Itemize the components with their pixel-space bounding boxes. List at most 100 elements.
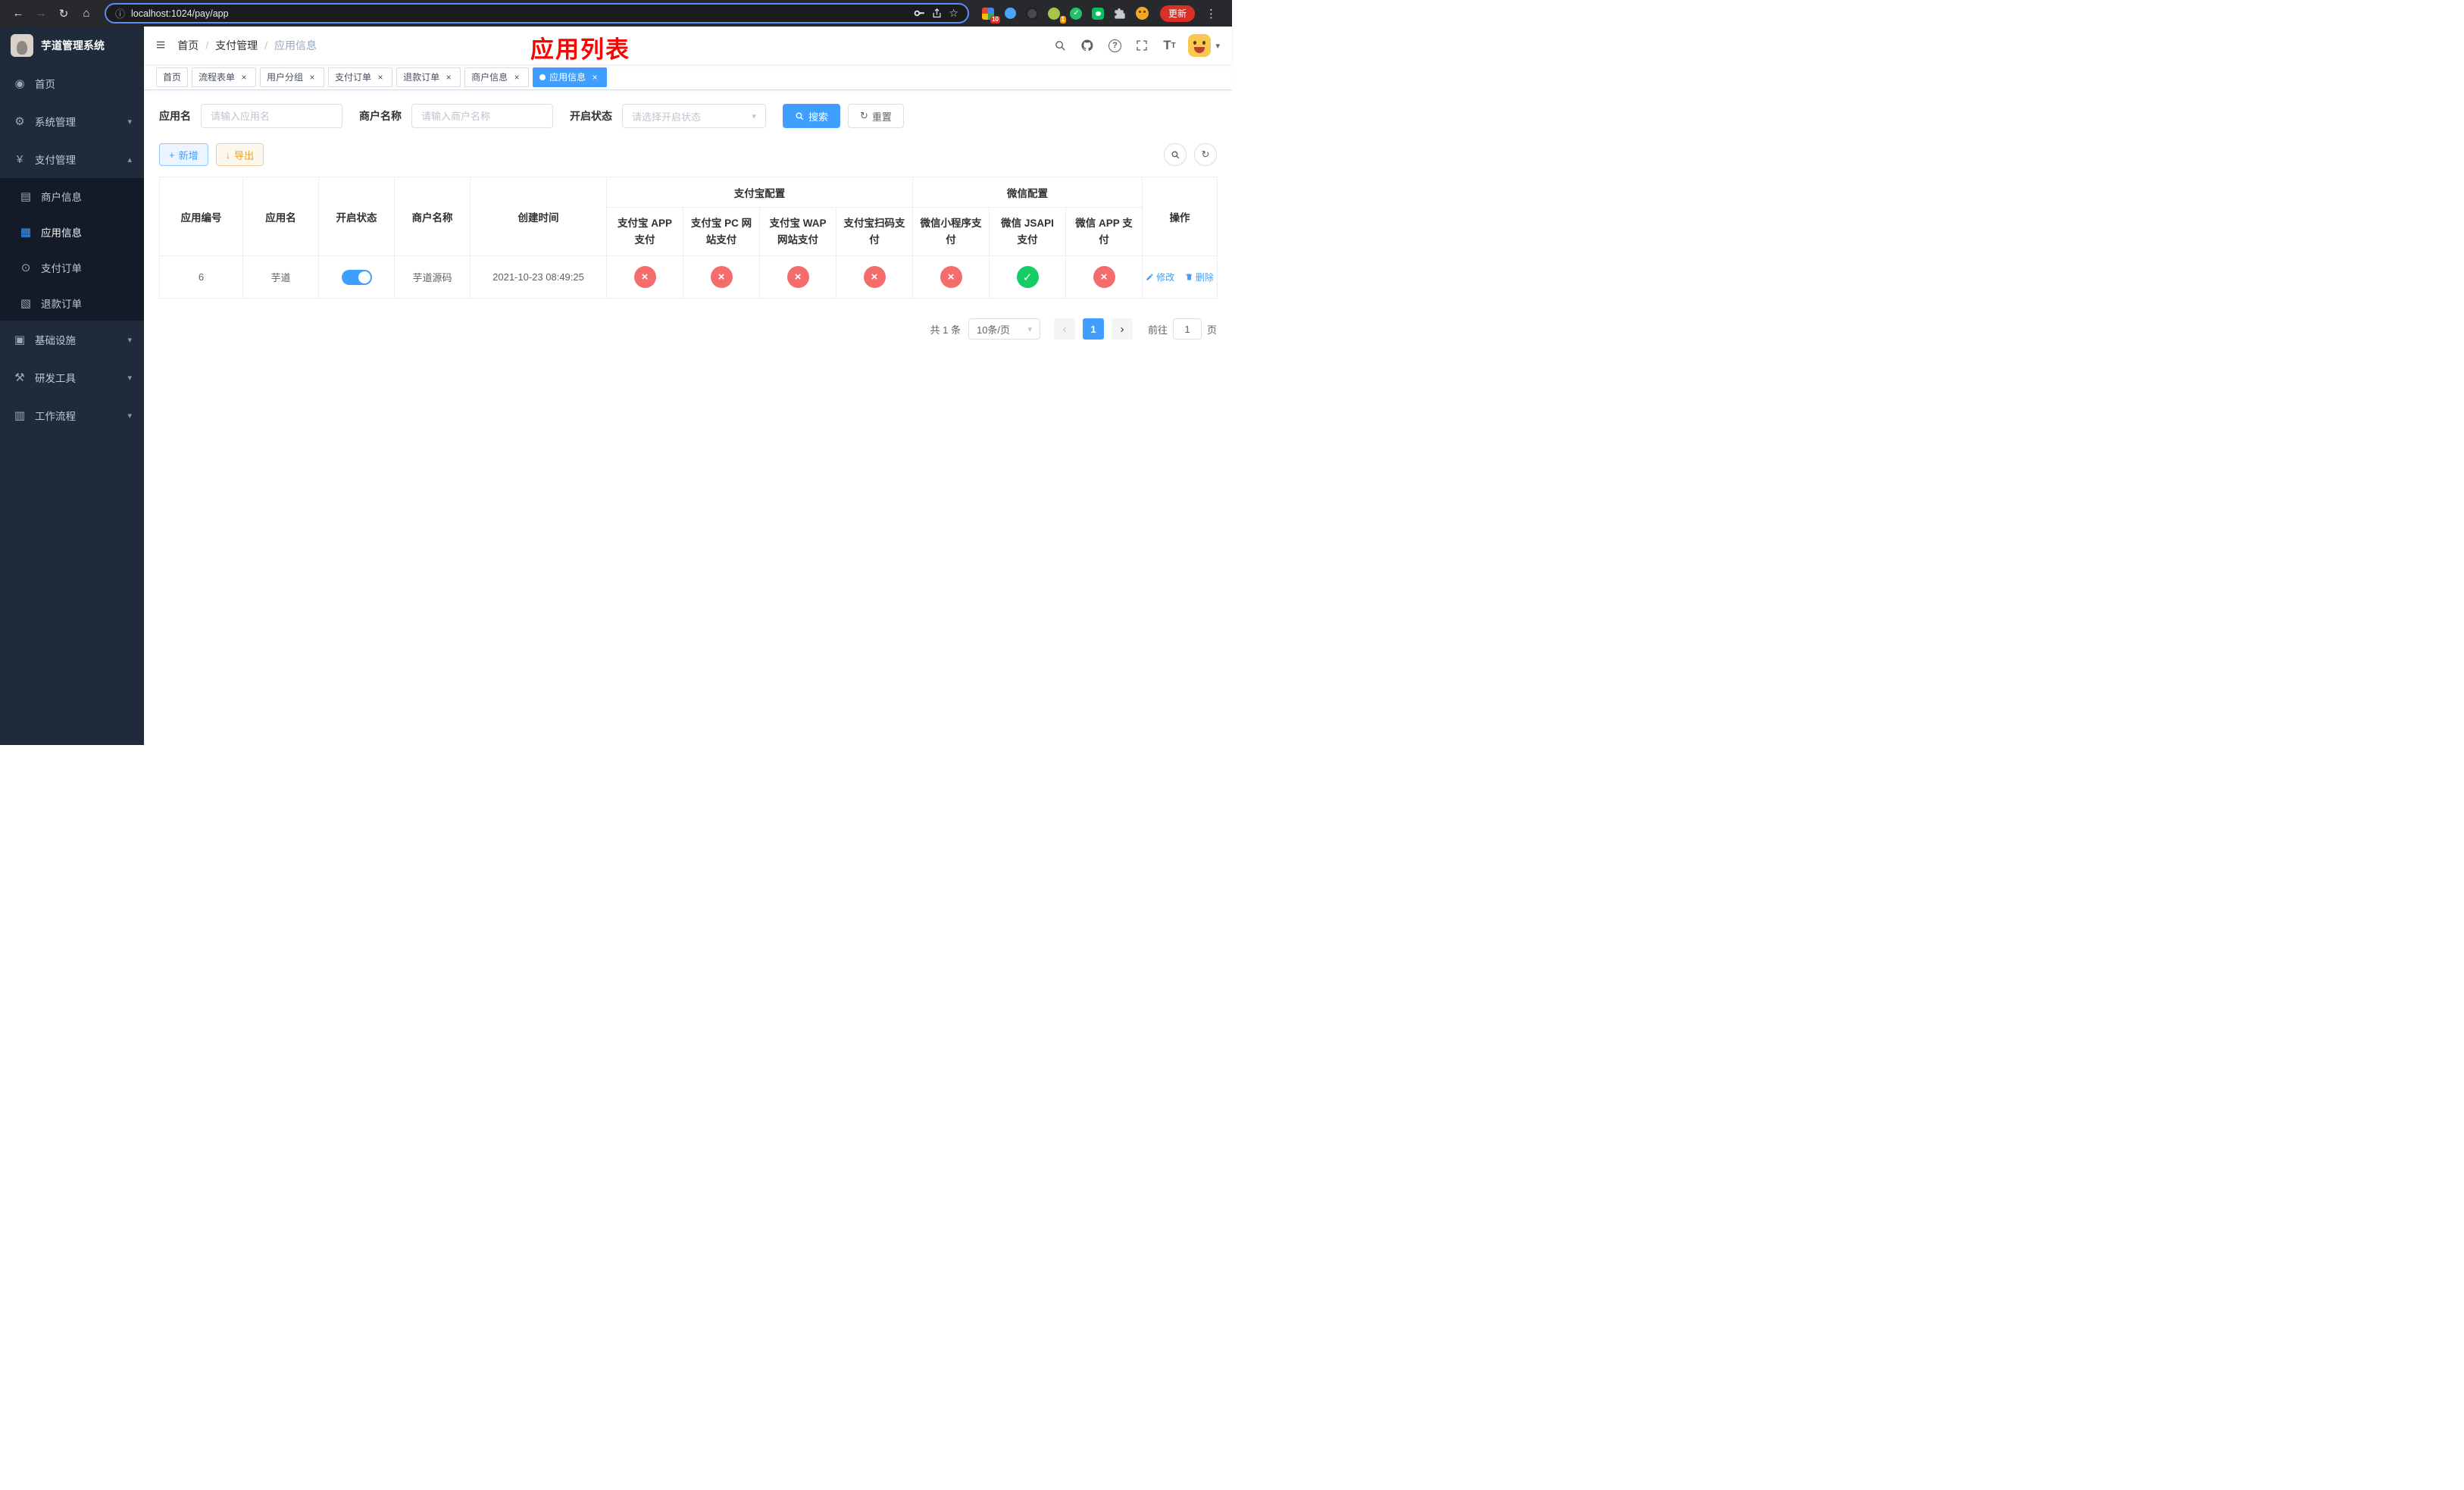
extension-dark-icon[interactable]: [1025, 6, 1040, 20]
page-number-button[interactable]: 1: [1082, 318, 1104, 340]
close-icon[interactable]: ×: [589, 72, 600, 83]
payment-submenu: ▤ 商户信息 ▦ 应用信息 ⊙ 支付订单 ▧ 退款订单: [0, 178, 144, 321]
tab-user-group[interactable]: 用户分组 ×: [260, 67, 325, 87]
sidebar-item-payment[interactable]: ¥ 支付管理 ▴: [0, 140, 144, 178]
extension-drop-icon[interactable]: [1003, 6, 1018, 20]
tab-merchant-info[interactable]: 商户信息 ×: [464, 67, 530, 87]
app-enable-toggle[interactable]: [341, 269, 372, 285]
col-wechat-app: 微信 APP 支付: [1065, 207, 1143, 256]
export-button[interactable]: ↓ 导出: [215, 143, 264, 166]
group-header-wechat: 微信配置: [912, 177, 1143, 208]
font-size-icon[interactable]: TT: [1158, 32, 1180, 59]
search-button[interactable]: 搜索: [783, 104, 841, 128]
close-icon[interactable]: ×: [239, 72, 249, 83]
tags-view-bar: 首页 流程表单 × 用户分组 × 支付订单 × 退款订单 × 商户信息 × 应用…: [144, 64, 1232, 90]
browser-reload-icon[interactable]: ↻: [53, 3, 74, 24]
status-select[interactable]: 请选择开启状态 ▾: [622, 104, 766, 128]
alipay-qr-pay-status-icon: ×: [863, 266, 886, 288]
plus-icon: +: [169, 149, 175, 161]
breadcrumb-separator: /: [264, 39, 268, 52]
table-header-row-groups: 应用编号 应用名 开启状态 商户名称 创建时间 支付宝配置 微信配置 操作: [159, 177, 1218, 256]
close-icon[interactable]: ×: [375, 72, 386, 83]
tab-pay-order[interactable]: 支付订单 ×: [328, 67, 393, 87]
fullscreen-icon[interactable]: [1130, 32, 1153, 59]
avatar-caret-icon[interactable]: ▾: [1215, 41, 1220, 51]
next-page-button[interactable]: ›: [1111, 318, 1133, 340]
yen-icon: ¥: [16, 152, 23, 166]
top-navbar: ≡ 首页 / 支付管理 / 应用信息 应用列表 ? T T ▾: [144, 27, 1232, 64]
edit-link[interactable]: 修改: [1146, 271, 1174, 283]
browser-forward-icon[interactable]: →: [30, 3, 52, 24]
merchant-name-input[interactable]: [411, 104, 553, 128]
hamburger-icon[interactable]: ≡: [156, 36, 165, 55]
bookmark-star-icon[interactable]: ☆: [949, 7, 958, 20]
extension-wechat-devtools-icon[interactable]: [1091, 6, 1105, 20]
extension-badge: 10: [990, 16, 1000, 23]
close-icon[interactable]: ×: [443, 72, 454, 83]
page-size-select[interactable]: 10条/页 ▾: [968, 318, 1040, 340]
sidebar-item-system[interactable]: ⚙ 系统管理 ▾: [0, 102, 144, 140]
user-avatar[interactable]: [1188, 34, 1212, 57]
help-icon[interactable]: ?: [1103, 32, 1126, 59]
address-bar[interactable]: ⓘ localhost:1024/pay/app ☆: [105, 3, 969, 23]
chevron-down-icon: ▾: [127, 373, 132, 383]
tab-process-form[interactable]: 流程表单 ×: [192, 67, 257, 87]
share-icon[interactable]: [931, 8, 943, 19]
app-name-input[interactable]: [201, 104, 342, 128]
browser-home-icon[interactable]: ⌂: [76, 3, 97, 24]
add-button[interactable]: + 新增: [159, 143, 208, 166]
sidebar-item-home[interactable]: ◉ 首页: [0, 64, 144, 102]
tools-icon: ⚒: [14, 371, 25, 384]
sidebar-item-pay-order[interactable]: ⊙ 支付订单: [0, 249, 144, 285]
url-text[interactable]: localhost:1024/pay/app: [131, 8, 908, 19]
extensions-puzzle-icon[interactable]: [1113, 6, 1127, 20]
extension-avatar-icon[interactable]: 1: [1047, 6, 1066, 23]
sidebar-item-workflow[interactable]: ▥ 工作流程 ▾: [0, 396, 144, 434]
col-alipay-wap: 支付宝 WAP 网站支付: [759, 207, 836, 256]
app-logo[interactable]: 芋道管理系统: [0, 27, 144, 64]
breadcrumb-home[interactable]: 首页: [177, 38, 199, 53]
extension-colorful-icon[interactable]: 10: [981, 6, 1000, 23]
col-enable-status: 开启状态: [318, 177, 395, 256]
sidebar-item-merchant-info[interactable]: ▤ 商户信息: [0, 178, 144, 214]
chevron-down-icon: ▾: [127, 335, 132, 345]
sidebar-item-app-info[interactable]: ▦ 应用信息: [0, 214, 144, 249]
table-toolbar: + 新增 ↓ 导出 ↻: [159, 143, 1217, 166]
github-icon[interactable]: [1076, 32, 1099, 59]
site-info-icon[interactable]: ⓘ: [115, 6, 125, 20]
refresh-table-button[interactable]: ↻: [1194, 143, 1217, 166]
profile-face-icon[interactable]: [1135, 6, 1149, 20]
wechat-app-pay-status-icon: ×: [1093, 266, 1115, 288]
navbar-actions: ? TT ▾: [1049, 32, 1220, 59]
reset-button[interactable]: ↻ 重置: [848, 104, 904, 128]
goto-page-input[interactable]: [1172, 318, 1202, 340]
goto-prefix-label: 前往: [1147, 324, 1168, 336]
tab-refund-order[interactable]: 退款订单 ×: [396, 67, 461, 87]
alipay-wap-pay-status-icon: ×: [786, 266, 809, 288]
browser-update-button[interactable]: 更新: [1159, 5, 1195, 22]
breadcrumb-payment[interactable]: 支付管理: [215, 38, 258, 53]
toggle-search-button[interactable]: [1164, 143, 1187, 166]
pagination: 共 1 条 10条/页 ▾ ‹ 1 › 前往 页: [159, 318, 1217, 340]
close-icon[interactable]: ×: [307, 72, 317, 83]
prev-page-button[interactable]: ‹: [1053, 318, 1075, 340]
browser-back-icon[interactable]: ←: [8, 3, 29, 24]
tab-home[interactable]: 首页: [156, 67, 189, 87]
workflow-icon: ▥: [14, 409, 26, 422]
breadcrumb-separator: /: [205, 39, 209, 52]
delete-link[interactable]: 删除: [1185, 271, 1214, 283]
refund-doc-icon: ▧: [20, 296, 32, 310]
sidebar-item-devtools[interactable]: ⚒ 研发工具 ▾: [0, 358, 144, 396]
tab-app-info[interactable]: 应用信息 ×: [533, 67, 608, 87]
search-icon[interactable]: [1049, 32, 1071, 59]
sidebar-item-infra[interactable]: ▣ 基础设施 ▾: [0, 321, 144, 358]
refresh-icon: ↻: [1201, 149, 1210, 160]
cell-actions: 修改 删除: [1142, 255, 1218, 299]
status-label: 开启状态: [570, 110, 612, 122]
extension-green-check-icon[interactable]: ✓: [1069, 6, 1083, 20]
password-key-icon[interactable]: [914, 8, 925, 19]
group-header-alipay: 支付宝配置: [606, 177, 913, 208]
close-icon[interactable]: ×: [511, 72, 522, 83]
browser-menu-icon[interactable]: ⋮: [1202, 7, 1220, 20]
sidebar-item-refund-order[interactable]: ▧ 退款订单: [0, 285, 144, 321]
